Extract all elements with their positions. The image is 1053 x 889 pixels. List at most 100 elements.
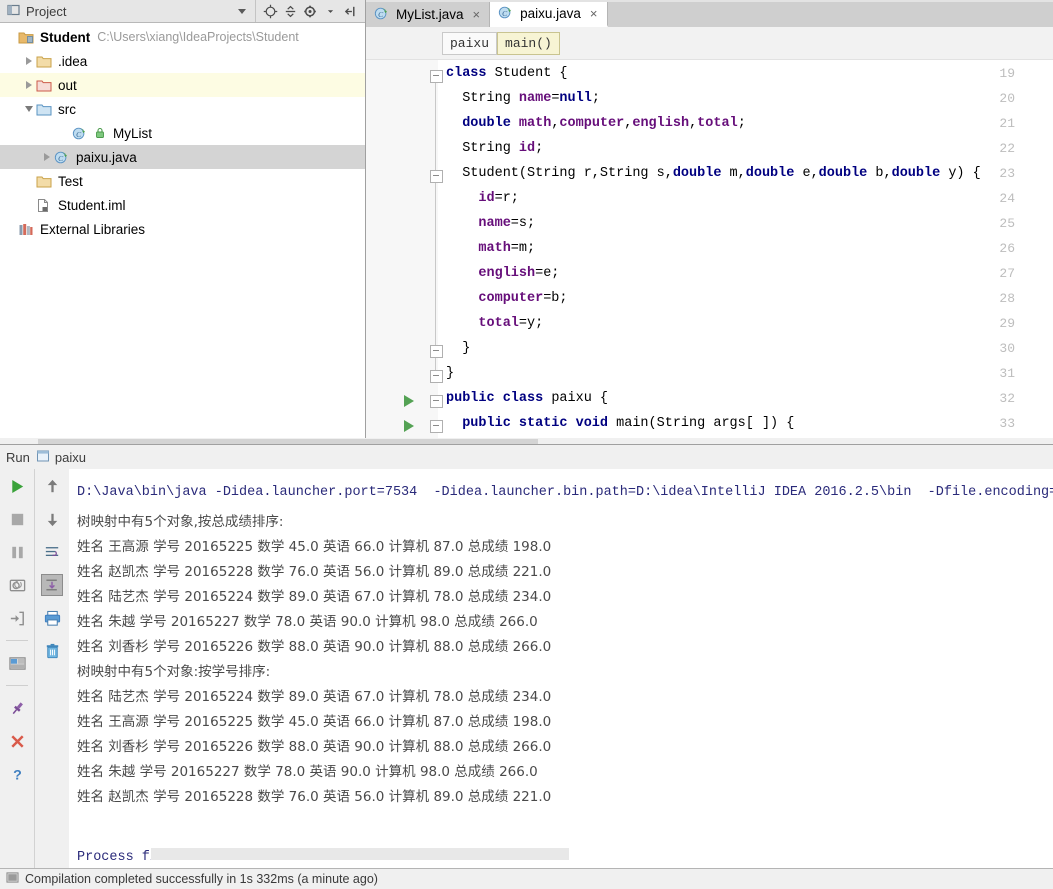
tree-item-src[interactable]: src <box>0 97 365 121</box>
run-icon[interactable] <box>6 475 28 497</box>
expand-arrow-icon[interactable] <box>22 57 36 65</box>
code-token: math <box>478 241 510 256</box>
expand-arrow-icon[interactable] <box>40 153 54 161</box>
editor-gutter[interactable] <box>366 60 438 444</box>
fold-toggle-icon[interactable] <box>430 345 443 358</box>
tree-item-out[interactable]: out <box>0 73 365 97</box>
project-panel-toolbar <box>255 0 365 22</box>
tree-item-student-iml[interactable]: Student.iml <box>0 193 365 217</box>
pause-icon[interactable] <box>6 541 28 563</box>
project-panel-title-group[interactable]: Project <box>0 3 238 20</box>
tree-item-label: Student <box>40 30 90 45</box>
code-text[interactable]: class Student { String name=null; double m… <box>446 60 1053 444</box>
editor-scrollbar[interactable] <box>1041 60 1053 444</box>
code-line[interactable]: String name=null; <box>446 91 600 106</box>
scroll-down-icon[interactable] <box>41 508 63 530</box>
editor-tab-bar[interactable]: CMyList.java×Cpaixu.java× <box>366 0 1053 27</box>
run-config-tab[interactable]: paixu <box>36 449 86 466</box>
code-line[interactable]: math=m; <box>446 241 535 256</box>
code-line[interactable]: Student(String r,String s,double m,doubl… <box>446 166 981 181</box>
code-line[interactable]: total=y; <box>446 316 543 331</box>
run-gutter-icon[interactable] <box>404 420 414 432</box>
code-line[interactable]: double math,computer,english,total; <box>446 116 746 131</box>
code-line[interactable]: english=e; <box>446 266 559 281</box>
expand-arrow-icon[interactable] <box>22 81 36 89</box>
status-bar-text: Compilation completed successfully in 1s… <box>25 872 378 886</box>
scroll-to-end-icon[interactable] <box>41 574 63 596</box>
editor-tab-mylist-java[interactable]: CMyList.java× <box>366 2 490 27</box>
tab-bar-filler <box>608 2 1053 27</box>
scroll-up-icon[interactable] <box>41 475 63 497</box>
source-folder-icon <box>36 101 53 117</box>
tree-item-label: .idea <box>58 54 87 69</box>
code-token: double <box>892 166 949 181</box>
fold-column[interactable] <box>430 60 446 444</box>
code-line[interactable]: name=s; <box>446 216 535 231</box>
help-icon[interactable]: ? <box>6 763 28 785</box>
code-line[interactable]: public class paixu { <box>446 391 608 406</box>
console-line: 姓名 王高源 学号 20165225 数学 45.0 英语 66.0 计算机 8… <box>77 710 551 730</box>
status-bar: Compilation completed successfully in 1s… <box>0 868 1053 889</box>
stop-icon[interactable] <box>6 508 28 530</box>
fold-region-bar <box>435 78 436 378</box>
tree-item-mylist[interactable]: CMyList <box>0 121 365 145</box>
close-tab-icon[interactable]: × <box>590 6 598 21</box>
breadcrumb-item-paixu[interactable]: paixu <box>442 32 497 55</box>
editor-area: CMyList.java×Cpaixu.java× paixumain() 19… <box>366 0 1053 444</box>
code-token: String <box>462 91 519 106</box>
console-line: D:\Java\bin\java -Didea.launcher.port=75… <box>77 485 1053 500</box>
pin-icon[interactable] <box>6 697 28 719</box>
folder-icon <box>36 173 53 189</box>
close-icon[interactable] <box>6 730 28 752</box>
fold-toggle-icon[interactable] <box>430 395 443 408</box>
code-token: ; <box>592 91 600 106</box>
console-output[interactable]: Process finished with exit code 0姓名 赵凯杰 … <box>69 469 1053 868</box>
idea-window: Project <box>0 0 1053 889</box>
code-token: main(String args[ ]) { <box>616 416 794 431</box>
chevron-down-icon[interactable] <box>238 9 246 14</box>
rerun-icon[interactable] <box>6 574 28 596</box>
breadcrumb-item-main[interactable]: main() <box>497 32 560 55</box>
fold-toggle-icon[interactable] <box>430 370 443 383</box>
code-token: =e; <box>535 266 559 281</box>
fold-toggle-icon[interactable] <box>430 420 443 433</box>
code-line[interactable]: } <box>446 341 470 356</box>
code-token: name <box>519 91 551 106</box>
tree-item-paixu-java[interactable]: Cpaixu.java <box>0 145 365 169</box>
code-line[interactable]: id=r; <box>446 191 519 206</box>
tree-item-external-libraries[interactable]: External Libraries <box>0 217 365 241</box>
collapse-arrow-icon[interactable] <box>22 106 36 112</box>
collapse-all-icon[interactable] <box>281 2 299 20</box>
soft-wrap-icon[interactable] <box>41 541 63 563</box>
code-line[interactable]: } <box>446 366 454 381</box>
fold-toggle-icon[interactable] <box>430 170 443 183</box>
chevron-down-small-icon[interactable] <box>321 2 339 20</box>
fold-toggle-icon[interactable] <box>430 70 443 83</box>
project-tree[interactable]: StudentC:\Users\xiang\IdeaProjects\Stude… <box>0 23 365 241</box>
settings-gear-icon[interactable] <box>301 2 319 20</box>
export-icon[interactable] <box>6 607 28 629</box>
code-line[interactable]: String id; <box>446 141 543 156</box>
console-line: 姓名 赵凯杰 学号 20165228 数学 76.0 英语 56.0 计算机 8… <box>77 785 551 805</box>
tree-item-test[interactable]: Test <box>0 169 365 193</box>
close-tab-icon[interactable]: × <box>473 7 481 22</box>
layout-icon[interactable] <box>6 652 28 674</box>
code-line[interactable]: public static void main(String args[ ]) … <box>446 416 794 431</box>
hide-panel-icon[interactable] <box>341 2 359 20</box>
code-line[interactable]: class Student { <box>446 66 568 81</box>
print-icon[interactable] <box>41 607 63 629</box>
console-horizontal-scrollbar[interactable] <box>151 848 569 860</box>
java-class-icon: C <box>498 5 515 23</box>
code-token: ; <box>738 116 746 131</box>
clear-all-icon[interactable] <box>41 640 63 662</box>
code-token: String <box>462 141 519 156</box>
locate-icon[interactable] <box>261 2 279 20</box>
tree-item-idea[interactable]: .idea <box>0 49 365 73</box>
project-panel-header: Project <box>0 0 365 23</box>
code-editor[interactable]: 192021222324252627282930313233 class Stu… <box>366 60 1053 444</box>
run-gutter-icon[interactable] <box>404 395 414 407</box>
code-line[interactable]: computer=b; <box>446 291 568 306</box>
breadcrumb[interactable]: paixumain() <box>366 27 1053 60</box>
tree-item-student[interactable]: StudentC:\Users\xiang\IdeaProjects\Stude… <box>0 25 365 49</box>
editor-tab-paixu-java[interactable]: Cpaixu.java× <box>490 2 607 27</box>
